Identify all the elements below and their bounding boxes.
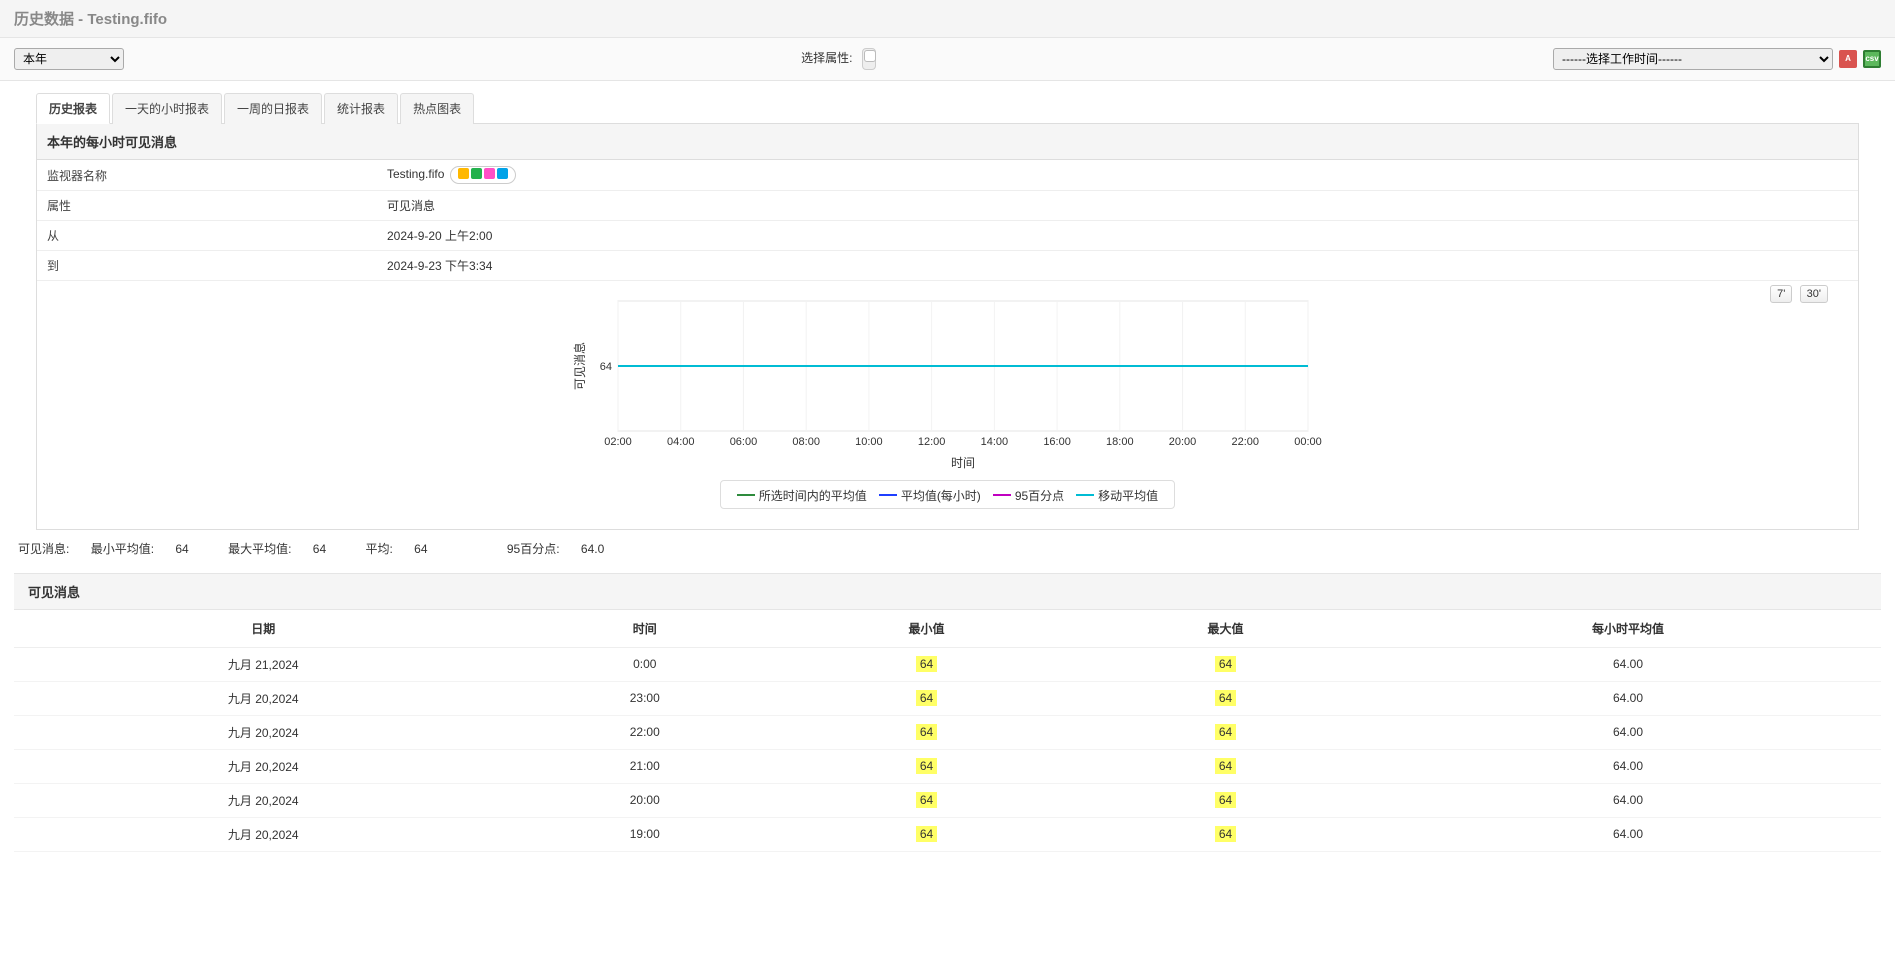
legend-item[interactable]: 平均值(每小时) bbox=[879, 487, 981, 504]
meta-table: 监视器名称Testing.fifo属性可见消息从2024-9-20 上午2:00… bbox=[37, 160, 1858, 281]
svg-text:可见消息: 可见消息 bbox=[572, 342, 587, 390]
meta-value: 可见消息 bbox=[377, 191, 1858, 221]
attr-label: 选择属性: bbox=[801, 51, 852, 65]
tab-热点图表[interactable]: 热点图表 bbox=[400, 93, 474, 124]
report-panel: 本年的每小时可见消息 监视器名称Testing.fifo属性可见消息从2024-… bbox=[36, 123, 1859, 530]
stats-avg: 64 bbox=[414, 542, 427, 556]
toolbar: 本年 选择属性: ------选择工作时间------ A csv bbox=[0, 38, 1895, 81]
column-header[interactable]: 每小时平均值 bbox=[1375, 610, 1881, 648]
svg-text:04:00: 04:00 bbox=[666, 436, 694, 448]
column-header[interactable]: 最大值 bbox=[1076, 610, 1375, 648]
stats-metric-label: 可见消息: bbox=[18, 542, 69, 556]
legend-item[interactable]: 所选时间内的平均值 bbox=[737, 487, 867, 504]
export-pdf-icon[interactable]: A bbox=[1839, 50, 1857, 68]
svg-text:00:00: 00:00 bbox=[1294, 436, 1322, 448]
legend-item[interactable]: 移动平均值 bbox=[1076, 487, 1158, 504]
svg-text:16:00: 16:00 bbox=[1043, 436, 1071, 448]
meta-key: 监视器名称 bbox=[37, 160, 377, 191]
table-row: 九月 20,202422:00646464.00 bbox=[14, 715, 1881, 749]
svg-text:20:00: 20:00 bbox=[1168, 436, 1196, 448]
svg-text:时间: 时间 bbox=[950, 456, 974, 470]
tab-统计报表[interactable]: 统计报表 bbox=[324, 93, 398, 124]
chart-area: 7' 30' 02:00 04:00 06:00 08:00 10:00 12:00 14:… bbox=[37, 281, 1858, 529]
meta-value: 2024-9-20 上午2:00 bbox=[377, 221, 1858, 251]
svg-text:22:00: 22:00 bbox=[1231, 436, 1259, 448]
svg-text:14:00: 14:00 bbox=[980, 436, 1008, 448]
page-title: 历史数据 - Testing.fifo bbox=[14, 11, 167, 28]
monitor-type-icons[interactable] bbox=[450, 166, 516, 184]
table-row: 九月 20,202423:00646464.00 bbox=[14, 681, 1881, 715]
table-row: 九月 21,20240:00646464.00 bbox=[14, 647, 1881, 681]
zoom-30-button[interactable]: 30' bbox=[1800, 285, 1828, 303]
meta-value: 2024-9-23 下午3:34 bbox=[377, 251, 1858, 281]
chart: 02:00 04:00 06:00 08:00 10:00 12:00 14:00 16:00… bbox=[568, 291, 1328, 471]
svg-text:06:00: 06:00 bbox=[729, 436, 757, 448]
panel-title: 本年的每小时可见消息 bbox=[37, 124, 1858, 160]
meta-value: Testing.fifo bbox=[377, 160, 1858, 191]
table-section-title: 可见消息 bbox=[14, 573, 1881, 610]
svg-text:10:00: 10:00 bbox=[855, 436, 883, 448]
svg-text:12:00: 12:00 bbox=[917, 436, 945, 448]
stats-min: 64 bbox=[175, 542, 188, 556]
legend-item[interactable]: 95百分点 bbox=[993, 487, 1064, 504]
zoom-7-button[interactable]: 7' bbox=[1770, 285, 1792, 303]
tab-一天的小时报表[interactable]: 一天的小时报表 bbox=[112, 93, 222, 124]
attr-slider[interactable] bbox=[862, 48, 876, 70]
table-row: 九月 20,202419:00646464.00 bbox=[14, 817, 1881, 851]
tabs-container: 历史报表一天的小时报表一周的日报表统计报表热点图表 本年的每小时可见消息 监视器… bbox=[14, 81, 1881, 530]
column-header[interactable]: 最小值 bbox=[777, 610, 1076, 648]
period-select[interactable]: 本年 bbox=[14, 48, 124, 70]
meta-key: 属性 bbox=[37, 191, 377, 221]
stats-row: 可见消息: 最小平均值: 64 最大平均值: 64 平均: 64 95百分点: … bbox=[14, 530, 1881, 573]
column-header[interactable]: 日期 bbox=[14, 610, 512, 648]
stats-p95: 64.0 bbox=[581, 542, 604, 556]
meta-key: 从 bbox=[37, 221, 377, 251]
table-row: 九月 20,202421:00646464.00 bbox=[14, 749, 1881, 783]
svg-text:08:00: 08:00 bbox=[792, 436, 820, 448]
svg-text:64: 64 bbox=[599, 361, 611, 373]
tab-一周的日报表[interactable]: 一周的日报表 bbox=[224, 93, 322, 124]
meta-key: 到 bbox=[37, 251, 377, 281]
table-row: 九月 20,202420:00646464.00 bbox=[14, 783, 1881, 817]
svg-text:02:00: 02:00 bbox=[604, 436, 632, 448]
worktime-select[interactable]: ------选择工作时间------ bbox=[1553, 48, 1833, 70]
data-table: 日期时间最小值最大值每小时平均值 九月 21,20240:00646464.00… bbox=[14, 610, 1881, 852]
svg-text:18:00: 18:00 bbox=[1106, 436, 1134, 448]
tab-历史报表[interactable]: 历史报表 bbox=[36, 93, 110, 124]
page-header: 历史数据 - Testing.fifo bbox=[0, 0, 1895, 38]
column-header[interactable]: 时间 bbox=[512, 610, 777, 648]
export-csv-icon[interactable]: csv bbox=[1863, 50, 1881, 68]
stats-max: 64 bbox=[313, 542, 326, 556]
chart-legend: 所选时间内的平均值平均值(每小时) 95百分点移动平均值 bbox=[720, 480, 1175, 509]
